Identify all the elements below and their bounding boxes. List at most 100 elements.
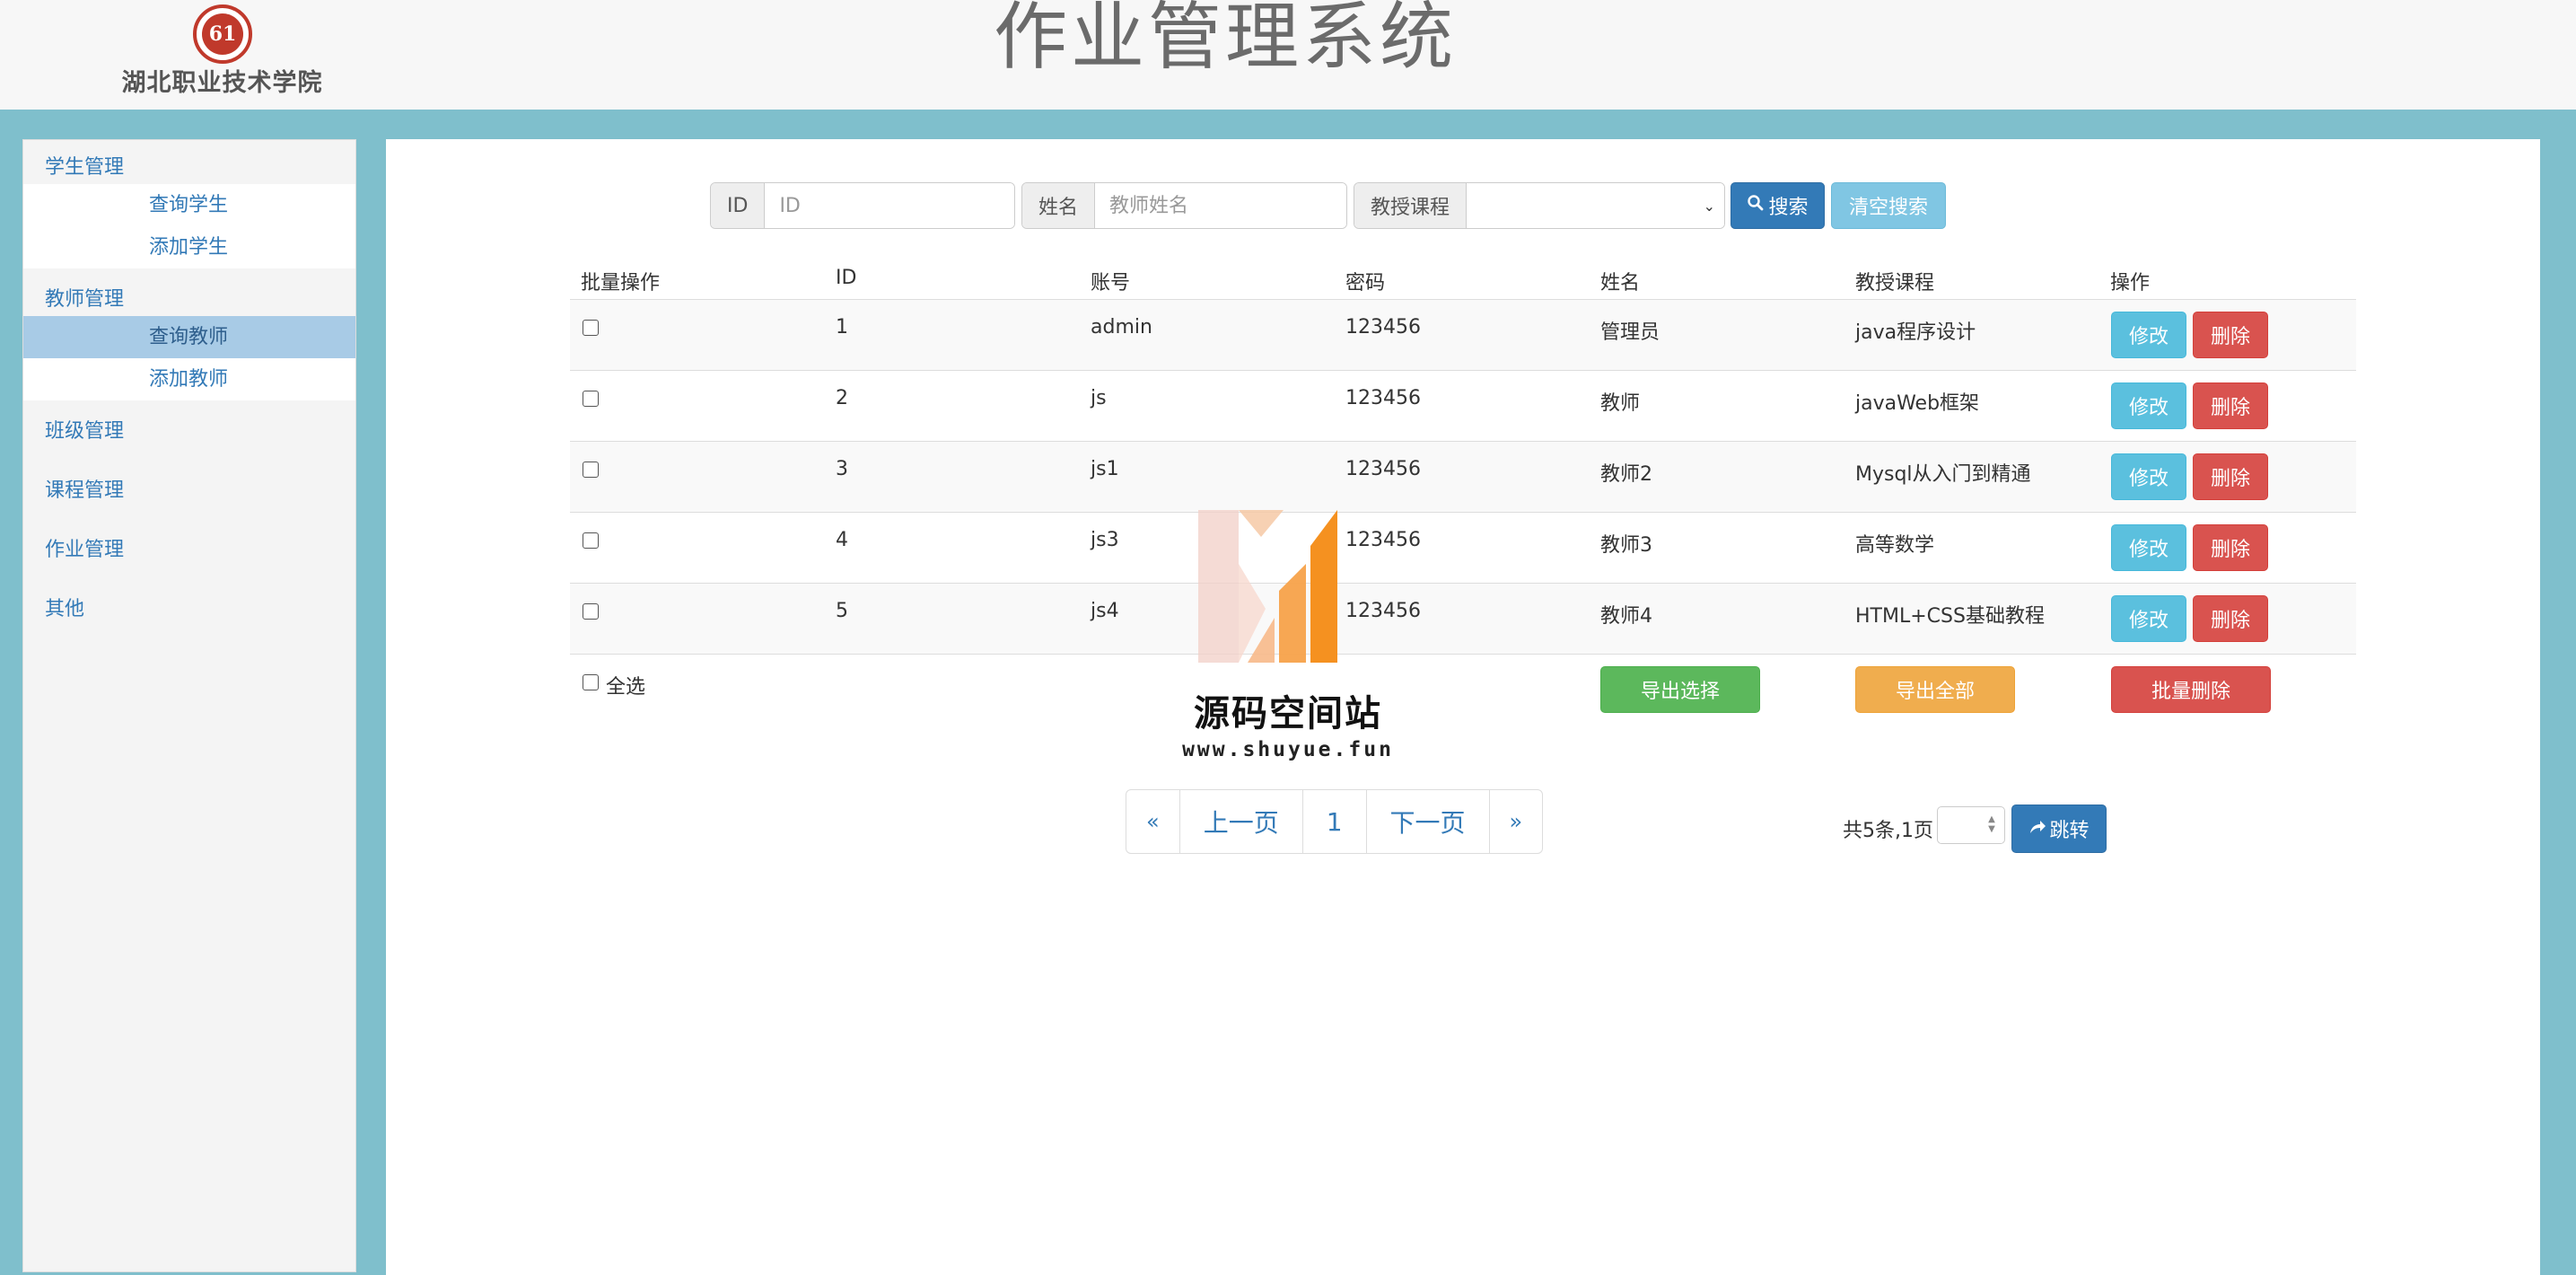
delete-button[interactable]: 删除	[2193, 595, 2268, 642]
delete-button[interactable]: 删除	[2193, 453, 2268, 500]
row-checkbox[interactable]	[583, 603, 599, 620]
sidebar-group-other[interactable]: 其他	[23, 582, 355, 638]
cell-account: js3	[1091, 529, 1119, 551]
select-all-checkbox[interactable]	[583, 674, 599, 690]
header-name: 姓名	[1600, 272, 1641, 295]
row-checkbox[interactable]	[583, 462, 599, 478]
id-input[interactable]	[765, 183, 1014, 228]
page-info: 共5条,1页	[1843, 820, 1933, 842]
cell-id: 4	[836, 529, 848, 551]
watermark-title: 源码空间站	[1194, 693, 1382, 734]
cell-password: 123456	[1345, 600, 1421, 622]
cell-course: java程序设计	[1855, 321, 1976, 344]
id-label: ID	[711, 183, 766, 228]
cell-name: 教师	[1600, 392, 1641, 415]
row-checkbox[interactable]	[583, 320, 599, 336]
cell-course: Mysql从入门到精通	[1855, 463, 2031, 486]
name-label: 姓名	[1022, 183, 1096, 228]
teacher-table: 批量操作 ID 账号 密码 姓名 教授课程 操作 1 admin 123456 …	[570, 256, 2356, 725]
cell-name: 教师2	[1600, 463, 1652, 486]
row-checkbox[interactable]	[583, 532, 599, 549]
cell-name: 教师4	[1600, 605, 1652, 628]
edit-button[interactable]: 修改	[2111, 312, 2186, 358]
sidebar-group-course[interactable]: 课程管理	[23, 463, 355, 519]
name-search-group: 姓名	[1021, 182, 1347, 229]
table-header: 批量操作 ID 账号 密码 姓名 教授课程 操作	[570, 256, 2356, 299]
table-row: 3 js1 123456 教师2 Mysql从入门到精通 修改 删除	[570, 441, 2356, 512]
next-page-link[interactable]: 下一页	[1367, 790, 1490, 853]
last-page-link[interactable]: »	[1490, 790, 1543, 853]
search-button-label: 搜索	[1768, 197, 1809, 219]
delete-button[interactable]: 删除	[2193, 524, 2268, 571]
header-password: 密码	[1345, 272, 1386, 295]
edit-button[interactable]: 修改	[2111, 524, 2186, 571]
cell-account: admin	[1091, 316, 1152, 339]
cell-id: 2	[836, 387, 848, 409]
course-search-group: 教授课程 ⌄	[1354, 182, 1725, 229]
jump-button[interactable]: 跳转	[2011, 805, 2107, 853]
page-jump-input[interactable]: ▲ ▼	[1937, 806, 2005, 844]
cell-password: 123456	[1345, 458, 1421, 480]
course-label: 教授课程	[1354, 183, 1468, 228]
jump-button-label: 跳转	[2049, 820, 2090, 842]
batch-delete-button[interactable]: 批量删除	[2111, 666, 2271, 713]
edit-button[interactable]: 修改	[2111, 595, 2186, 642]
app-title: 作业管理系统	[993, 0, 1457, 80]
sidebar-group-class[interactable]: 班级管理	[23, 404, 355, 460]
header-actions: 操作	[2110, 272, 2151, 295]
pagination: « 上一页 1 下一页 »	[1126, 789, 1544, 854]
school-name: 湖北职业技术学院	[121, 69, 323, 97]
delete-button[interactable]: 删除	[2193, 382, 2268, 429]
clear-search-button[interactable]: 清空搜索	[1831, 182, 1946, 229]
cell-course: 高等数学	[1855, 534, 1935, 557]
table-row: 1 admin 123456 管理员 java程序设计 修改 删除	[570, 299, 2356, 370]
cell-password: 123456	[1345, 387, 1421, 409]
cell-account: js4	[1091, 600, 1119, 622]
logo-emblem: 61	[202, 13, 243, 55]
cell-course: HTML+CSS基础教程	[1855, 605, 2045, 628]
cell-account: js	[1091, 387, 1107, 409]
app-header: 61 湖北职业技术学院 作业管理系统	[0, 0, 2576, 110]
teacher-name-input[interactable]	[1095, 183, 1346, 228]
export-selected-button[interactable]: 导出选择	[1600, 666, 1760, 713]
export-all-button[interactable]: 导出全部	[1855, 666, 2015, 713]
course-select[interactable]: ⌄	[1467, 183, 1724, 228]
sidebar-group-homework[interactable]: 作业管理	[23, 523, 355, 578]
row-checkbox[interactable]	[583, 391, 599, 407]
cell-name: 管理员	[1600, 321, 1660, 344]
prev-page-link[interactable]: 上一页	[1180, 790, 1303, 853]
chevron-down-icon: ⌄	[1703, 197, 1715, 215]
select-all-label: 全选	[606, 676, 646, 699]
header-batch: 批量操作	[581, 272, 661, 295]
cell-account: js1	[1091, 458, 1119, 480]
id-search-group: ID	[710, 182, 1015, 229]
share-arrow-icon	[2028, 818, 2046, 840]
watermark-url: www.shuyue.fun	[1182, 738, 1394, 761]
edit-button[interactable]: 修改	[2111, 453, 2186, 500]
table-row: 5 js4 123456 教师4 HTML+CSS基础教程 修改 删除	[570, 583, 2356, 654]
header-id: ID	[836, 267, 857, 289]
cell-course: javaWeb框架	[1855, 392, 1980, 415]
page-number-link[interactable]: 1	[1303, 790, 1367, 853]
first-page-link[interactable]: «	[1126, 790, 1180, 853]
main-panel: ID 姓名 教授课程 ⌄ 搜索 清空搜索 批量操作 ID 账号 密码 姓名 教授…	[386, 139, 2540, 1275]
sidebar-item-add-student[interactable]: 添加学生	[23, 226, 355, 268]
cell-id: 1	[836, 316, 848, 339]
spinner-icon[interactable]: ▲ ▼	[1986, 814, 1997, 834]
cell-id: 3	[836, 458, 848, 480]
cell-password: 123456	[1345, 316, 1421, 339]
sidebar: 学生管理 查询学生 添加学生 教师管理 查询教师 添加教师 班级管理 课程管理 …	[22, 139, 356, 1272]
sidebar-item-add-teacher[interactable]: 添加教师	[23, 358, 355, 400]
delete-button[interactable]: 删除	[2193, 312, 2268, 358]
header-account: 账号	[1091, 272, 1131, 295]
header-course: 教授课程	[1855, 272, 1935, 295]
table-footer-row: 全选 导出选择 导出全部 批量删除	[570, 654, 2356, 725]
school-logo: 61	[193, 4, 252, 64]
cell-id: 5	[836, 600, 848, 622]
search-button[interactable]: 搜索	[1730, 182, 1825, 229]
cell-password: 123456	[1345, 529, 1421, 551]
edit-button[interactable]: 修改	[2111, 382, 2186, 429]
table-row: 4 js3 123456 教师3 高等数学 修改 删除	[570, 512, 2356, 583]
table-row: 2 js 123456 教师 javaWeb框架 修改 删除	[570, 370, 2356, 441]
cell-name: 教师3	[1600, 534, 1652, 557]
